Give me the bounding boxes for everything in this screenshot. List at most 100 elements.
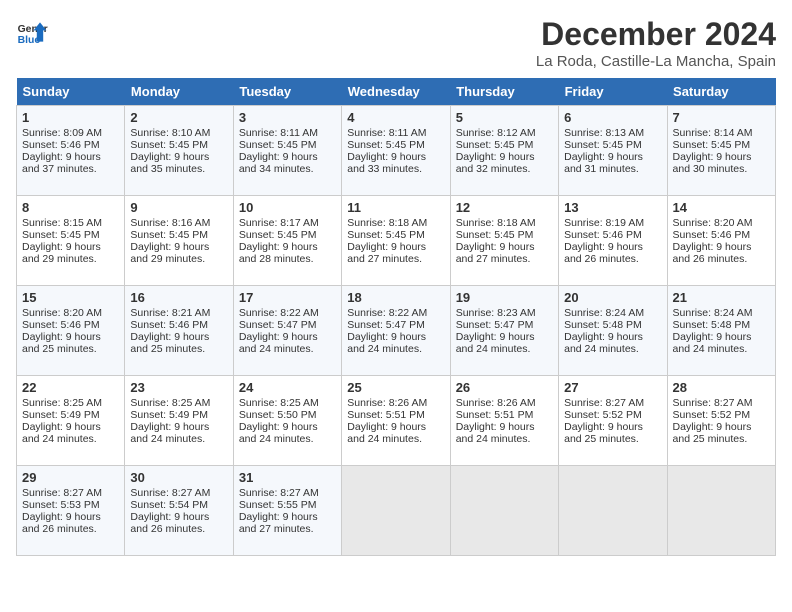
- day-cell-23: 23 Sunrise: 8:25 AM Sunset: 5:49 PM Dayl…: [125, 376, 233, 466]
- daylight-24: Daylight: 9 hours and 24 minutes.: [239, 421, 318, 445]
- sunrise-5: Sunrise: 8:12 AM: [456, 127, 536, 139]
- sunrise-29: Sunrise: 8:27 AM: [22, 487, 102, 499]
- day-number-14: 14: [673, 200, 770, 215]
- sunset-19: Sunset: 5:47 PM: [456, 319, 534, 331]
- sunrise-20: Sunrise: 8:24 AM: [564, 307, 644, 319]
- calendar-week-row: 29 Sunrise: 8:27 AM Sunset: 5:53 PM Dayl…: [17, 466, 776, 556]
- daylight-11: Daylight: 9 hours and 27 minutes.: [347, 241, 426, 265]
- day-cell-26: 26 Sunrise: 8:26 AM Sunset: 5:51 PM Dayl…: [450, 376, 558, 466]
- sunrise-13: Sunrise: 8:19 AM: [564, 217, 644, 229]
- day-number-24: 24: [239, 380, 336, 395]
- sunset-22: Sunset: 5:49 PM: [22, 409, 100, 421]
- daylight-27: Daylight: 9 hours and 25 minutes.: [564, 421, 643, 445]
- day-cell-10: 10 Sunrise: 8:17 AM Sunset: 5:45 PM Dayl…: [233, 196, 341, 286]
- day-cell-11: 11 Sunrise: 8:18 AM Sunset: 5:45 PM Dayl…: [342, 196, 450, 286]
- col-sunday: Sunday: [17, 78, 125, 106]
- calendar-week-row: 22 Sunrise: 8:25 AM Sunset: 5:49 PM Dayl…: [17, 376, 776, 466]
- day-cell-12: 12 Sunrise: 8:18 AM Sunset: 5:45 PM Dayl…: [450, 196, 558, 286]
- daylight-7: Daylight: 9 hours and 30 minutes.: [673, 151, 752, 175]
- sunrise-30: Sunrise: 8:27 AM: [130, 487, 210, 499]
- day-cell-16: 16 Sunrise: 8:21 AM Sunset: 5:46 PM Dayl…: [125, 286, 233, 376]
- day-number-3: 3: [239, 110, 336, 125]
- day-cell-5: 5 Sunrise: 8:12 AM Sunset: 5:45 PM Dayli…: [450, 106, 558, 196]
- sunrise-3: Sunrise: 8:11 AM: [239, 127, 318, 139]
- day-number-7: 7: [673, 110, 770, 125]
- daylight-21: Daylight: 9 hours and 24 minutes.: [673, 331, 752, 355]
- daylight-30: Daylight: 9 hours and 26 minutes.: [130, 511, 209, 535]
- sunrise-14: Sunrise: 8:20 AM: [673, 217, 753, 229]
- day-cell-31: 31 Sunrise: 8:27 AM Sunset: 5:55 PM Dayl…: [233, 466, 341, 556]
- col-wednesday: Wednesday: [342, 78, 450, 106]
- sunset-27: Sunset: 5:52 PM: [564, 409, 642, 421]
- sunset-3: Sunset: 5:45 PM: [239, 139, 317, 151]
- day-cell-25: 25 Sunrise: 8:26 AM Sunset: 5:51 PM Dayl…: [342, 376, 450, 466]
- day-number-11: 11: [347, 200, 444, 215]
- day-number-6: 6: [564, 110, 661, 125]
- col-tuesday: Tuesday: [233, 78, 341, 106]
- sunset-15: Sunset: 5:46 PM: [22, 319, 100, 331]
- logo-icon: General Blue: [16, 16, 48, 48]
- sunrise-1: Sunrise: 8:09 AM: [22, 127, 102, 139]
- daylight-12: Daylight: 9 hours and 27 minutes.: [456, 241, 535, 265]
- sunrise-11: Sunrise: 8:18 AM: [347, 217, 427, 229]
- col-saturday: Saturday: [667, 78, 775, 106]
- daylight-19: Daylight: 9 hours and 24 minutes.: [456, 331, 535, 355]
- day-cell-3: 3 Sunrise: 8:11 AM Sunset: 5:45 PM Dayli…: [233, 106, 341, 196]
- daylight-23: Daylight: 9 hours and 24 minutes.: [130, 421, 209, 445]
- sunset-30: Sunset: 5:54 PM: [130, 499, 208, 511]
- day-number-9: 9: [130, 200, 227, 215]
- sunset-28: Sunset: 5:52 PM: [673, 409, 751, 421]
- calendar-week-row: 15 Sunrise: 8:20 AM Sunset: 5:46 PM Dayl…: [17, 286, 776, 376]
- calendar-week-row: 8 Sunrise: 8:15 AM Sunset: 5:45 PM Dayli…: [17, 196, 776, 286]
- sunrise-2: Sunrise: 8:10 AM: [130, 127, 210, 139]
- day-number-1: 1: [22, 110, 119, 125]
- empty-cell: [342, 466, 450, 556]
- day-cell-27: 27 Sunrise: 8:27 AM Sunset: 5:52 PM Dayl…: [559, 376, 667, 466]
- sunset-13: Sunset: 5:46 PM: [564, 229, 642, 241]
- day-cell-6: 6 Sunrise: 8:13 AM Sunset: 5:45 PM Dayli…: [559, 106, 667, 196]
- day-cell-4: 4 Sunrise: 8:11 AM Sunset: 5:45 PM Dayli…: [342, 106, 450, 196]
- day-number-23: 23: [130, 380, 227, 395]
- calendar-subtitle: La Roda, Castille-La Mancha, Spain: [536, 53, 776, 70]
- day-number-29: 29: [22, 470, 119, 485]
- sunrise-28: Sunrise: 8:27 AM: [673, 397, 753, 409]
- empty-cell: [559, 466, 667, 556]
- sunrise-15: Sunrise: 8:20 AM: [22, 307, 102, 319]
- daylight-18: Daylight: 9 hours and 24 minutes.: [347, 331, 426, 355]
- sunset-5: Sunset: 5:45 PM: [456, 139, 534, 151]
- calendar-title: December 2024: [536, 16, 776, 53]
- daylight-9: Daylight: 9 hours and 29 minutes.: [130, 241, 209, 265]
- sunrise-19: Sunrise: 8:23 AM: [456, 307, 536, 319]
- daylight-1: Daylight: 9 hours and 37 minutes.: [22, 151, 101, 175]
- sunset-11: Sunset: 5:45 PM: [347, 229, 425, 241]
- sunset-16: Sunset: 5:46 PM: [130, 319, 208, 331]
- day-cell-22: 22 Sunrise: 8:25 AM Sunset: 5:49 PM Dayl…: [17, 376, 125, 466]
- daylight-26: Daylight: 9 hours and 24 minutes.: [456, 421, 535, 445]
- sunrise-17: Sunrise: 8:22 AM: [239, 307, 319, 319]
- sunset-4: Sunset: 5:45 PM: [347, 139, 425, 151]
- day-cell-21: 21 Sunrise: 8:24 AM Sunset: 5:48 PM Dayl…: [667, 286, 775, 376]
- calendar-header-row: Sunday Monday Tuesday Wednesday Thursday…: [17, 78, 776, 106]
- day-number-18: 18: [347, 290, 444, 305]
- day-number-15: 15: [22, 290, 119, 305]
- day-number-28: 28: [673, 380, 770, 395]
- daylight-13: Daylight: 9 hours and 26 minutes.: [564, 241, 643, 265]
- sunset-25: Sunset: 5:51 PM: [347, 409, 425, 421]
- day-number-26: 26: [456, 380, 553, 395]
- daylight-17: Daylight: 9 hours and 24 minutes.: [239, 331, 318, 355]
- day-number-8: 8: [22, 200, 119, 215]
- calendar-week-row: 1 Sunrise: 8:09 AM Sunset: 5:46 PM Dayli…: [17, 106, 776, 196]
- sunrise-27: Sunrise: 8:27 AM: [564, 397, 644, 409]
- day-number-19: 19: [456, 290, 553, 305]
- day-cell-24: 24 Sunrise: 8:25 AM Sunset: 5:50 PM Dayl…: [233, 376, 341, 466]
- daylight-16: Daylight: 9 hours and 25 minutes.: [130, 331, 209, 355]
- day-cell-30: 30 Sunrise: 8:27 AM Sunset: 5:54 PM Dayl…: [125, 466, 233, 556]
- day-cell-28: 28 Sunrise: 8:27 AM Sunset: 5:52 PM Dayl…: [667, 376, 775, 466]
- daylight-31: Daylight: 9 hours and 27 minutes.: [239, 511, 318, 535]
- daylight-28: Daylight: 9 hours and 25 minutes.: [673, 421, 752, 445]
- daylight-29: Daylight: 9 hours and 26 minutes.: [22, 511, 101, 535]
- sunrise-23: Sunrise: 8:25 AM: [130, 397, 210, 409]
- empty-cell: [450, 466, 558, 556]
- sunset-31: Sunset: 5:55 PM: [239, 499, 317, 511]
- sunset-24: Sunset: 5:50 PM: [239, 409, 317, 421]
